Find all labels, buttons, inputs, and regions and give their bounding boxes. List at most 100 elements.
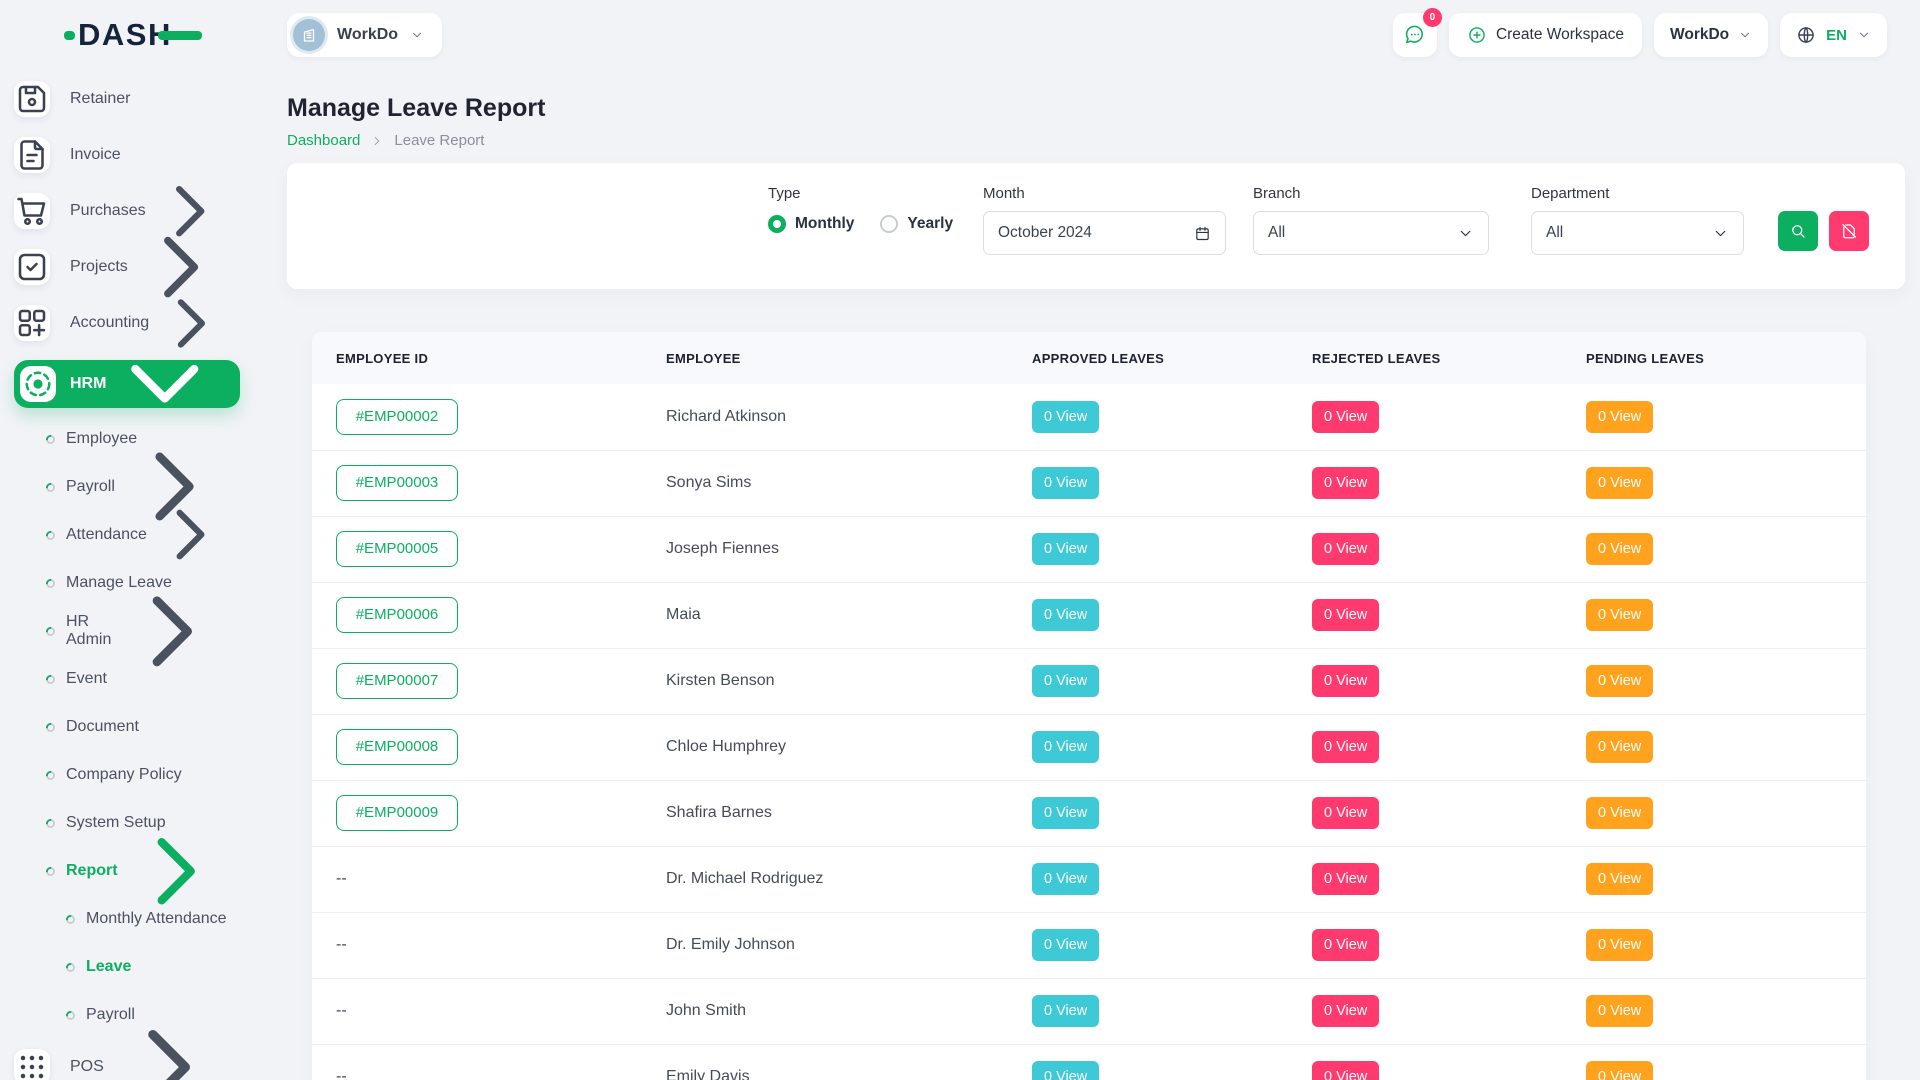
- rejected-leaves-cell: 0 View: [1288, 1044, 1562, 1080]
- pending-leaves-view-button[interactable]: 0 View: [1586, 401, 1653, 433]
- employee-id-badge[interactable]: #EMP00005: [336, 531, 458, 567]
- employee-id-badge[interactable]: #EMP00008: [336, 729, 458, 765]
- department-value: All: [1546, 224, 1563, 242]
- plus-circle-icon: [1467, 25, 1487, 45]
- approved-leaves-view-button[interactable]: 0 View: [1032, 401, 1099, 433]
- rejected-leaves-view-button[interactable]: 0 View: [1312, 995, 1379, 1027]
- approved-leaves-cell: 0 View: [1008, 648, 1288, 714]
- sidebar-item-leave[interactable]: Leave: [14, 952, 234, 982]
- month-label: Month: [983, 185, 1226, 202]
- rejected-leaves-view-button[interactable]: 0 View: [1312, 731, 1379, 763]
- sidebar-item-company-policy[interactable]: Company Policy: [14, 760, 234, 790]
- reset-filter-button[interactable]: [1829, 211, 1869, 251]
- radio-monthly[interactable]: Monthly: [768, 215, 854, 233]
- messages-button[interactable]: 0: [1393, 13, 1437, 57]
- department-select[interactable]: All: [1531, 211, 1744, 255]
- table-row: #EMP00008Chloe Humphrey0 View0 View0 Vie…: [312, 714, 1866, 780]
- pending-leaves-view-button[interactable]: 0 View: [1586, 863, 1653, 895]
- approved-leaves-view-button[interactable]: 0 View: [1032, 533, 1099, 565]
- rejected-leaves-view-button[interactable]: 0 View: [1312, 797, 1379, 829]
- rejected-leaves-view-button[interactable]: 0 View: [1312, 929, 1379, 961]
- sidebar-item-document[interactable]: Document: [14, 712, 234, 742]
- radio-yearly[interactable]: Yearly: [880, 215, 953, 233]
- sidebar-item-hr-admin[interactable]: HR Admin: [14, 616, 234, 646]
- workspace-selector[interactable]: WorkDo: [287, 13, 442, 57]
- rejected-leaves-cell: 0 View: [1288, 846, 1562, 912]
- pending-leaves-view-button[interactable]: 0 View: [1586, 599, 1653, 631]
- approved-leaves-view-button[interactable]: 0 View: [1032, 863, 1099, 895]
- approved-leaves-view-button[interactable]: 0 View: [1032, 995, 1099, 1027]
- create-workspace-button[interactable]: Create Workspace: [1449, 13, 1642, 57]
- approved-leaves-cell: 0 View: [1008, 1044, 1288, 1080]
- col-employee-id: EMPLOYEE ID: [312, 332, 642, 384]
- language-selector[interactable]: EN: [1780, 13, 1887, 57]
- employee-id-badge[interactable]: #EMP00006: [336, 597, 458, 633]
- rejected-leaves-view-button[interactable]: 0 View: [1312, 467, 1379, 499]
- sidebar-item-label: Projects: [70, 258, 128, 276]
- sidebar-item-hrm[interactable]: HRM: [14, 360, 240, 408]
- sidebar-item-retainer[interactable]: Retainer: [14, 80, 234, 118]
- rejected-leaves-view-button[interactable]: 0 View: [1312, 665, 1379, 697]
- employee-id-empty: --: [336, 870, 347, 887]
- page-title: Manage Leave Report: [287, 94, 1905, 123]
- branch-label: Branch: [1253, 185, 1489, 202]
- approved-leaves-view-button[interactable]: 0 View: [1032, 929, 1099, 961]
- approved-leaves-view-button[interactable]: 0 View: [1032, 731, 1099, 763]
- col-rejected-leaves: REJECTED LEAVES: [1288, 332, 1562, 384]
- employee-name-cell: Joseph Fiennes: [642, 516, 1008, 582]
- sidebar-item-label: Payroll: [66, 478, 115, 496]
- employee-id-empty: --: [336, 1068, 347, 1080]
- pending-leaves-view-button[interactable]: 0 View: [1586, 797, 1653, 829]
- sidebar-item-label: Document: [66, 718, 139, 736]
- workspace-avatar: [293, 19, 325, 51]
- approved-leaves-view-button[interactable]: 0 View: [1032, 665, 1099, 697]
- app-switcher-button[interactable]: WorkDo: [1654, 13, 1768, 57]
- table-row: #EMP00007Kirsten Benson0 View0 View0 Vie…: [312, 648, 1866, 714]
- leave-report-table-card: EMPLOYEE ID EMPLOYEE APPROVED LEAVES REJ…: [312, 332, 1866, 1080]
- breadcrumb-dashboard-link[interactable]: Dashboard: [287, 132, 360, 149]
- language-code: EN: [1826, 27, 1847, 44]
- pending-leaves-view-button[interactable]: 0 View: [1586, 731, 1653, 763]
- brand-logo[interactable]: DASH: [64, 18, 260, 52]
- employee-id-badge[interactable]: #EMP00002: [336, 399, 458, 435]
- rejected-leaves-view-button[interactable]: 0 View: [1312, 533, 1379, 565]
- sidebar-nav: RetainerInvoicePurchasesProjectsAccounti…: [0, 80, 260, 1080]
- main-content: Manage Leave Report Dashboard Leave Repo…: [260, 70, 1920, 1080]
- chevron-down-icon: [1712, 225, 1729, 242]
- pending-leaves-view-button[interactable]: 0 View: [1586, 533, 1653, 565]
- filter-card: Type Monthly Yearly Month October 2024: [287, 163, 1905, 289]
- employee-id-badge[interactable]: #EMP00003: [336, 465, 458, 501]
- bullet-icon: [64, 1009, 77, 1022]
- rejected-leaves-view-button[interactable]: 0 View: [1312, 401, 1379, 433]
- table-row: --Emily Davis0 View0 View0 View: [312, 1044, 1866, 1080]
- employee-id-cell: --: [312, 846, 642, 912]
- sidebar-item-pos[interactable]: POS: [14, 1048, 234, 1080]
- approved-leaves-view-button[interactable]: 0 View: [1032, 467, 1099, 499]
- pending-leaves-view-button[interactable]: 0 View: [1586, 665, 1653, 697]
- employee-name-cell: John Smith: [642, 978, 1008, 1044]
- employee-id-badge[interactable]: #EMP00009: [336, 795, 458, 831]
- pending-leaves-view-button[interactable]: 0 View: [1586, 1061, 1653, 1080]
- table-row: --John Smith0 View0 View0 View: [312, 978, 1866, 1044]
- app-switcher-label: WorkDo: [1670, 26, 1729, 44]
- sidebar-item-report[interactable]: Report: [14, 856, 234, 886]
- branch-select[interactable]: All: [1253, 211, 1489, 255]
- approved-leaves-view-button[interactable]: 0 View: [1032, 797, 1099, 829]
- pending-leaves-view-button[interactable]: 0 View: [1586, 467, 1653, 499]
- rejected-leaves-view-button[interactable]: 0 View: [1312, 1061, 1379, 1080]
- rejected-leaves-view-button[interactable]: 0 View: [1312, 599, 1379, 631]
- approved-leaves-cell: 0 View: [1008, 714, 1288, 780]
- rejected-leaves-view-button[interactable]: 0 View: [1312, 863, 1379, 895]
- rejected-leaves-cell: 0 View: [1288, 714, 1562, 780]
- approved-leaves-view-button[interactable]: 0 View: [1032, 599, 1099, 631]
- employee-id-cell: #EMP00002: [312, 384, 642, 450]
- approved-leaves-cell: 0 View: [1008, 384, 1288, 450]
- month-date-input[interactable]: October 2024: [983, 211, 1226, 255]
- pending-leaves-view-button[interactable]: 0 View: [1586, 929, 1653, 961]
- employee-id-empty: --: [336, 936, 347, 953]
- approved-leaves-view-button[interactable]: 0 View: [1032, 1061, 1099, 1080]
- bullet-icon: [44, 481, 57, 494]
- employee-id-badge[interactable]: #EMP00007: [336, 663, 458, 699]
- pending-leaves-view-button[interactable]: 0 View: [1586, 995, 1653, 1027]
- search-button[interactable]: [1778, 211, 1818, 251]
